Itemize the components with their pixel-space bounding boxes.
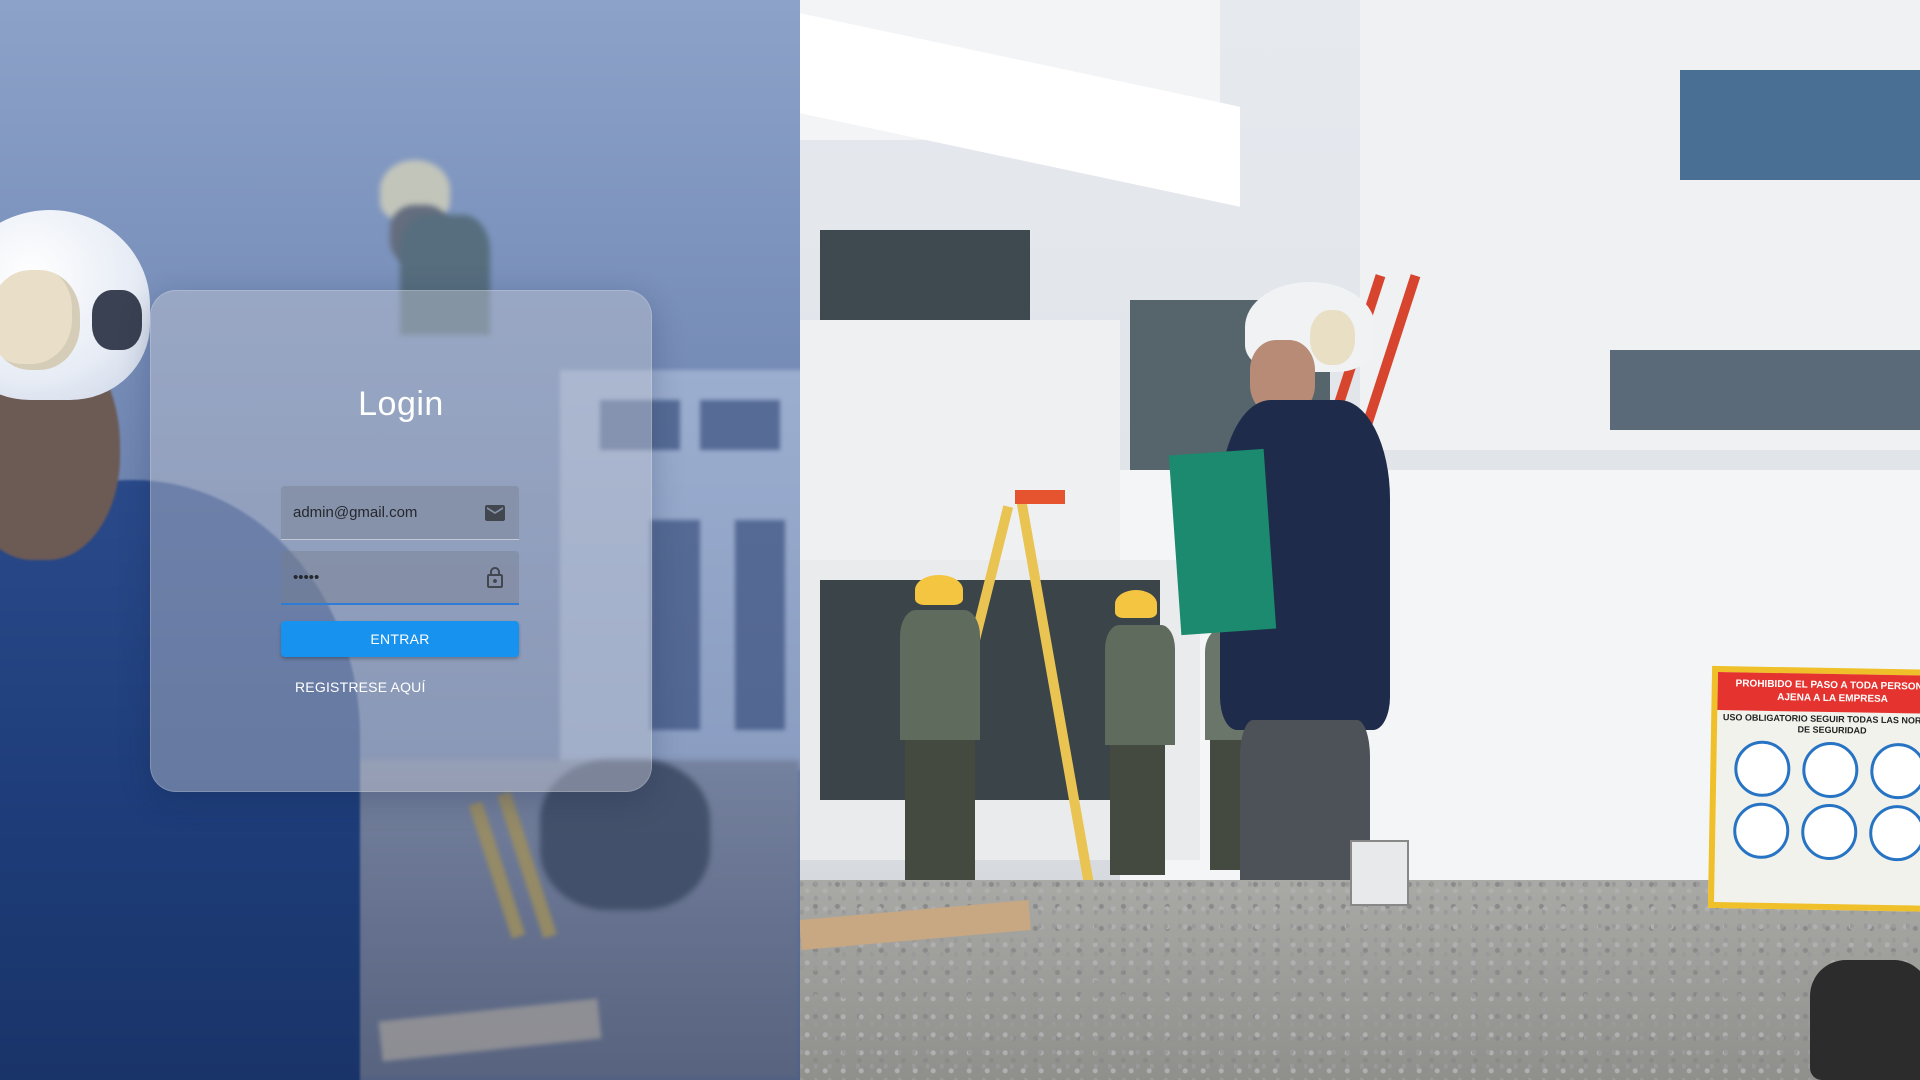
- login-card: Login ENTRAR REGISTRESE AQUÍ: [150, 290, 652, 792]
- login-title: Login: [358, 385, 444, 423]
- worker-helmet: [915, 575, 963, 605]
- building-window-right: [1680, 70, 1920, 180]
- worker-body: [1105, 625, 1175, 745]
- register-link-button[interactable]: REGISTRESE AQUÍ: [295, 672, 426, 702]
- safety-sign: PROHIBIDO EL PASO A TODA PERSONA AJENA A…: [1707, 665, 1920, 913]
- right-photo-panel: PROHIBIDO EL PASO A TODA PERSONA AJENA A…: [800, 0, 1920, 1080]
- bucket: [1810, 960, 1920, 1080]
- mail-icon: [485, 505, 505, 521]
- boots-icon: [1732, 802, 1790, 860]
- foreground-worker-earmuff: [0, 270, 80, 370]
- lock-icon: [487, 567, 503, 588]
- ladder-top: [1015, 490, 1065, 504]
- sign-headline: PROHIBIDO EL PASO A TODA PERSONA AJENA A…: [1717, 672, 1920, 715]
- worker-helmet: [1115, 590, 1157, 618]
- gloves-icon: [1801, 741, 1859, 799]
- building-balcony: [800, 320, 1120, 570]
- paint-can: [1350, 840, 1409, 906]
- foreground-worker-earmuff-clip: [92, 290, 142, 350]
- helmet-icon: [1869, 742, 1920, 800]
- email-field[interactable]: [281, 486, 519, 540]
- green-folder: [1168, 448, 1277, 636]
- worker-legs: [905, 740, 975, 890]
- sign-subline: USO OBLIGATORIO SEGUIR TODAS LAS NORMAS …: [1722, 712, 1920, 736]
- email-input[interactable]: [293, 486, 478, 539]
- helmet-icon: [1800, 803, 1858, 861]
- password-field[interactable]: [281, 551, 519, 605]
- helmet-icon: [1868, 804, 1920, 862]
- password-input[interactable]: [293, 551, 478, 603]
- woman-earmuff: [1310, 310, 1355, 365]
- worker-body: [900, 610, 980, 740]
- helmet-icon: [1733, 740, 1791, 798]
- building-window-right-lower: [1610, 350, 1920, 430]
- login-submit-button[interactable]: ENTRAR: [281, 621, 519, 657]
- worker-legs: [1110, 745, 1165, 875]
